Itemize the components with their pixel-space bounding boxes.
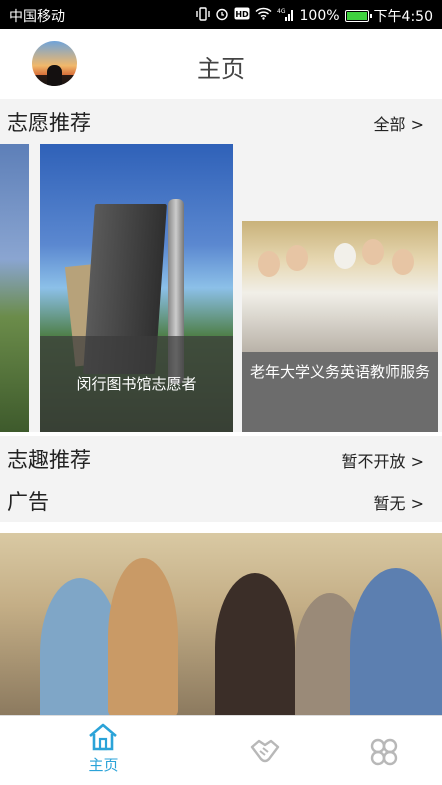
volunteer-carousel[interactable]: 闵行图书馆志愿者 老年大学义务英语教师服务 [0,143,442,432]
vibrate-icon [195,6,210,26]
app-header: 主页 [0,29,442,99]
ad-section-header: 广告 暂无 > [0,478,442,522]
interest-section-title: 志趣推荐 [7,448,91,472]
svg-text:HD: HD [235,10,249,19]
interest-see-all-link[interactable]: 暂不开放 > [342,448,425,472]
wifi-icon [255,7,272,25]
signal-icon: 4G [277,7,295,26]
status-bar: 中国移动 HD 4G 100% 下午4:50 [0,0,442,29]
battery-icon [344,10,372,22]
volunteer-see-all-link[interactable]: 全部 > [374,111,425,135]
home-icon [87,722,119,756]
ad-banner-image[interactable] [0,533,442,715]
volunteer-card-caption: 闵行图书馆志愿者 [40,336,233,432]
carrier-name: 中国移动 [9,9,65,25]
classroom-photo [242,221,438,352]
hd-icon: HD [234,7,250,25]
volunteer-card-caption: 老年大学义务英语教师服务 [242,352,438,432]
nav-item-home[interactable]: 主页 [30,716,177,785]
bottom-nav: 主页 [0,715,442,785]
alarm-icon [215,7,229,26]
nav-label-home: 主页 [88,756,119,774]
volunteer-section-header: 志愿推荐 全部 > [0,99,442,143]
ad-section-title: 广告 [7,490,49,514]
volunteer-card[interactable]: 老年大学义务英语教师服务 [242,221,438,432]
interest-section-header: 志趣推荐 暂不开放 > [0,436,442,480]
signal-label: 4G [277,8,286,15]
ad-see-all-link[interactable]: 暂无 > [374,490,425,514]
volunteer-card[interactable]: 闵行图书馆志愿者 [40,144,233,432]
nav-item-more[interactable] [310,716,442,785]
volunteer-card[interactable] [0,144,29,432]
grid-icon [368,736,400,772]
card-photo [0,144,29,432]
volunteer-section-title: 志愿推荐 [7,111,91,135]
battery-percent: 100% [299,8,340,24]
handshake-icon [249,737,281,769]
status-icons: HD 4G 100% 下午4:50 [195,6,433,26]
page-title: 主页 [197,55,245,83]
clock: 下午4:50 [373,9,433,25]
